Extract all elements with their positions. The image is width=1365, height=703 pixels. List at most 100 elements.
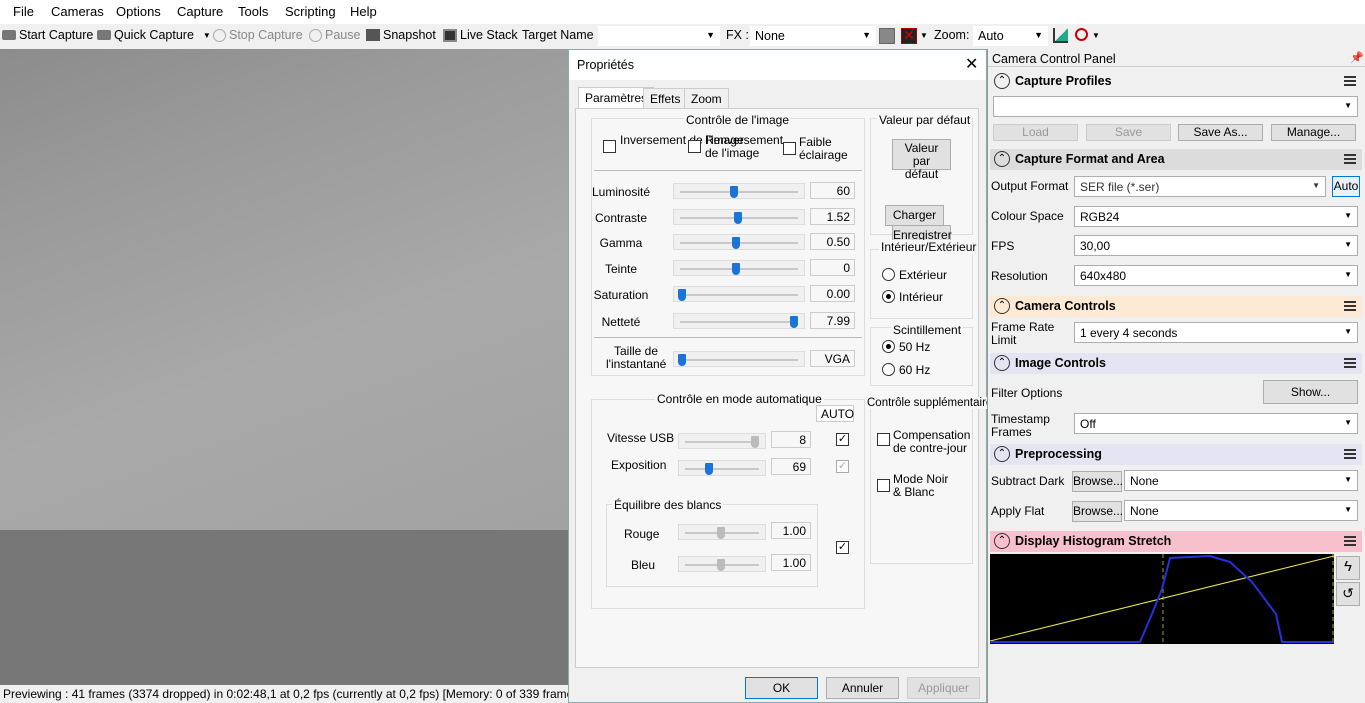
resolution-select[interactable]: 640x480 ▼ bbox=[1074, 265, 1358, 286]
flat-select[interactable]: None ▼ bbox=[1124, 500, 1358, 521]
default-value-button[interactable]: Valeur par défaut bbox=[892, 139, 951, 181]
slider-5[interactable] bbox=[673, 313, 805, 329]
magnifier-icon[interactable] bbox=[1075, 28, 1088, 41]
hamburger-menu-icon[interactable] bbox=[1344, 76, 1356, 86]
preprocessing-header[interactable]: ⌃ Preprocessing bbox=[990, 444, 1362, 465]
apply-button[interactable]: Appliquer bbox=[907, 677, 980, 699]
menu-file[interactable]: File bbox=[13, 4, 34, 19]
snapshot-size-slider[interactable] bbox=[673, 351, 805, 367]
menu-scripting[interactable]: Scripting bbox=[285, 4, 336, 19]
chevron-down-icon[interactable]: ▼ bbox=[920, 31, 928, 40]
hamburger-menu-icon[interactable] bbox=[1344, 301, 1356, 311]
histogram-icon[interactable] bbox=[1053, 28, 1068, 43]
slider-thumb[interactable] bbox=[678, 354, 686, 366]
snapshot-button[interactable]: Snapshot bbox=[366, 28, 436, 42]
slider-thumb[interactable] bbox=[705, 463, 714, 475]
output-format-select[interactable]: SER file (*.ser) ▼ bbox=[1074, 176, 1326, 197]
slider-thumb[interactable] bbox=[731, 263, 740, 275]
auto-format-button[interactable]: Auto bbox=[1332, 176, 1360, 197]
save-profile-button[interactable]: Save bbox=[1086, 124, 1171, 141]
hamburger-menu-icon[interactable] bbox=[1344, 449, 1356, 459]
menu-help[interactable]: Help bbox=[350, 4, 377, 19]
fps-select[interactable]: 30,00 ▼ bbox=[1074, 235, 1358, 256]
stop-capture-button[interactable]: Stop Capture bbox=[213, 28, 303, 42]
blue-slider[interactable] bbox=[678, 556, 766, 572]
fx-combo[interactable]: None ▼ bbox=[750, 26, 876, 46]
image-controls-header[interactable]: ⌃ Image Controls bbox=[990, 353, 1362, 374]
tab-effets[interactable]: Effets bbox=[643, 88, 688, 109]
menu-options[interactable]: Options bbox=[116, 4, 161, 19]
faible-eclairage-checkbox[interactable] bbox=[783, 142, 796, 155]
slider-thumb[interactable] bbox=[731, 237, 740, 249]
menu-capture[interactable]: Capture bbox=[177, 4, 223, 19]
slider-2[interactable] bbox=[673, 234, 805, 250]
slider-thumb[interactable] bbox=[729, 186, 738, 198]
slider-1[interactable] bbox=[673, 209, 805, 225]
reset-icon[interactable]: ↺ bbox=[1336, 582, 1360, 606]
camera-controls-header[interactable]: ⌃ Camera Controls bbox=[990, 296, 1362, 317]
indoor-radio[interactable] bbox=[882, 290, 895, 303]
timestamp-select[interactable]: Off ▼ bbox=[1074, 413, 1358, 434]
browse-flat-button[interactable]: Browse... bbox=[1072, 501, 1123, 522]
outdoor-radio[interactable] bbox=[882, 268, 895, 281]
exposure-auto-checkbox[interactable]: ✓ bbox=[836, 460, 849, 473]
tab-zoom[interactable]: Zoom bbox=[684, 88, 729, 109]
hz50-radio[interactable] bbox=[882, 340, 895, 353]
slider-3[interactable] bbox=[673, 260, 805, 276]
manage-profiles-button[interactable]: Manage... bbox=[1271, 124, 1356, 141]
usb-auto-checkbox[interactable]: ✓ bbox=[836, 433, 849, 446]
crosshair-icon[interactable]: ✕ bbox=[901, 28, 917, 44]
target-name-combo[interactable]: ▼ bbox=[598, 26, 720, 46]
camera-preview[interactable] bbox=[0, 49, 568, 530]
slider-thumb[interactable] bbox=[717, 559, 725, 571]
menu-cameras[interactable]: Cameras bbox=[51, 4, 104, 19]
browse-dark-button[interactable]: Browse... bbox=[1072, 471, 1123, 492]
zoom-combo[interactable]: Auto ▼ bbox=[973, 26, 1048, 46]
load-profile-button[interactable]: Load bbox=[993, 124, 1078, 141]
collapse-icon[interactable]: ⌃ bbox=[994, 73, 1010, 89]
collapse-icon[interactable]: ⌃ bbox=[994, 298, 1010, 314]
histogram-header[interactable]: ⌃ Display Histogram Stretch bbox=[990, 531, 1362, 552]
slider-thumb[interactable] bbox=[751, 436, 759, 448]
dark-select[interactable]: None ▼ bbox=[1124, 470, 1358, 491]
collapse-icon[interactable]: ⌃ bbox=[994, 151, 1010, 167]
chevron-down-icon[interactable]: ▼ bbox=[203, 31, 211, 40]
collapse-icon[interactable]: ⌃ bbox=[994, 446, 1010, 462]
red-slider[interactable] bbox=[678, 524, 766, 540]
backlight-checkbox[interactable] bbox=[877, 433, 890, 446]
collapse-icon[interactable]: ⌃ bbox=[994, 533, 1010, 549]
renversement-checkbox[interactable] bbox=[688, 140, 701, 153]
ok-button[interactable]: OK bbox=[745, 677, 818, 699]
inversion-checkbox[interactable] bbox=[603, 140, 616, 153]
usb-speed-slider[interactable] bbox=[678, 433, 766, 449]
lightning-icon[interactable]: ϟ bbox=[1336, 556, 1360, 580]
hamburger-menu-icon[interactable] bbox=[1344, 536, 1356, 546]
exposure-slider[interactable] bbox=[678, 460, 766, 476]
capture-format-header[interactable]: ⌃ Capture Format and Area bbox=[990, 149, 1362, 170]
pause-button[interactable]: Pause bbox=[309, 28, 360, 42]
collapse-icon[interactable]: ⌃ bbox=[994, 355, 1010, 371]
hz60-radio[interactable] bbox=[882, 363, 895, 376]
capture-profiles-header[interactable]: ⌃ Capture Profiles bbox=[990, 71, 1362, 92]
profile-select[interactable]: ▼ bbox=[993, 96, 1358, 117]
hamburger-menu-icon[interactable] bbox=[1344, 358, 1356, 368]
start-capture-button[interactable]: Start Capture bbox=[2, 28, 93, 42]
slider-4[interactable] bbox=[673, 286, 805, 302]
chevron-down-icon[interactable]: ▼ bbox=[1092, 31, 1100, 40]
slider-thumb[interactable] bbox=[678, 289, 686, 301]
slider-thumb[interactable] bbox=[717, 527, 725, 539]
bw-mode-checkbox[interactable] bbox=[877, 479, 890, 492]
cancel-button[interactable]: Annuler bbox=[826, 677, 899, 699]
pin-icon[interactable]: 📌 bbox=[1350, 51, 1364, 64]
hamburger-menu-icon[interactable] bbox=[1344, 154, 1356, 164]
save-as-profile-button[interactable]: Save As... bbox=[1178, 124, 1263, 141]
close-icon[interactable]: ✕ bbox=[965, 54, 978, 74]
histogram-display[interactable] bbox=[990, 554, 1334, 644]
colour-space-select[interactable]: RGB24 ▼ bbox=[1074, 206, 1358, 227]
show-filters-button[interactable]: Show... bbox=[1263, 380, 1358, 404]
menu-tools[interactable]: Tools bbox=[238, 4, 268, 19]
load-defaults-button[interactable]: Charger bbox=[885, 205, 944, 226]
frame-rate-select[interactable]: 1 every 4 seconds ▼ bbox=[1074, 322, 1358, 343]
quick-capture-button[interactable]: Quick Capture ▼ bbox=[97, 28, 211, 42]
slider-0[interactable] bbox=[673, 183, 805, 199]
